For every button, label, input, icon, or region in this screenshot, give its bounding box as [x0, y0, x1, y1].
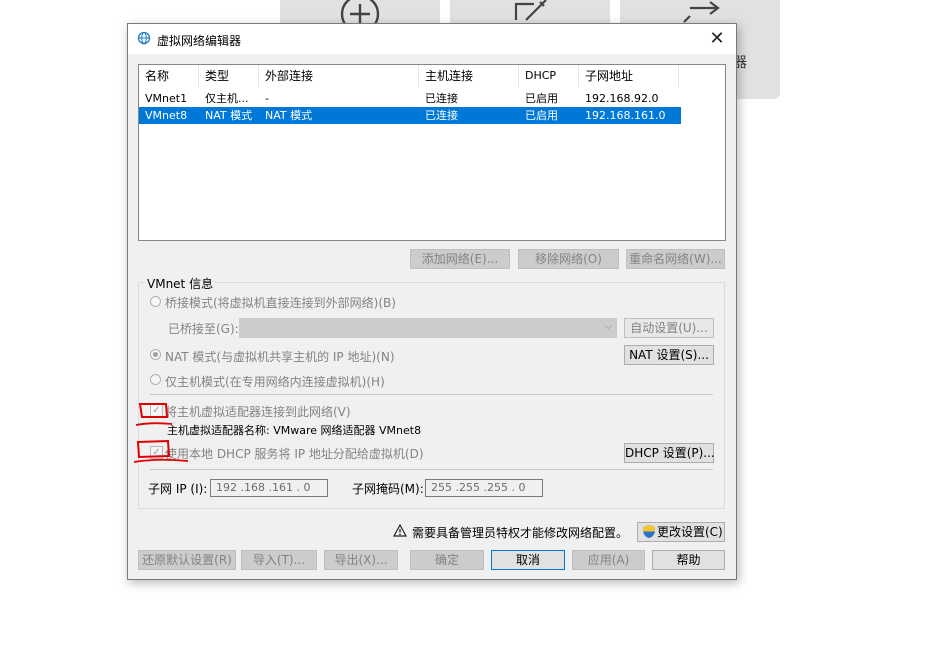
- bridged-to-dropdown[interactable]: ⌵: [239, 318, 617, 338]
- red-annotation-marks: [133, 403, 189, 463]
- table-row[interactable]: VMnet1 仅主机... - 已连接 已启用 192.168.92.0: [139, 90, 681, 107]
- cell-host: 已连接: [425, 92, 458, 105]
- virtual-network-editor-dialog: 虚拟网络编辑器 ✕ 名称 类型 外部连接 主机连接 DHCP 子网地址 VMne…: [127, 23, 737, 580]
- warning-icon: [392, 523, 408, 540]
- adapter-name-text: 主机虚拟适配器名称: VMware 网络适配器 VMnet8: [167, 424, 422, 437]
- cell-dhcp: 已启用: [525, 109, 558, 122]
- bridged-mode-label[interactable]: 桥接模式(将虚拟机直接连接到外部网络)(B): [165, 294, 396, 311]
- nat-mode-radio[interactable]: [150, 349, 161, 360]
- cell-name: VMnet8: [145, 109, 188, 122]
- host-only-mode-label[interactable]: 仅主机模式(在专用网络内连接虚拟机)(H): [165, 373, 385, 390]
- cell-external: -: [265, 92, 269, 105]
- column-header-name[interactable]: 名称: [139, 65, 199, 87]
- export-button[interactable]: 导出(X)...: [324, 550, 398, 570]
- bridged-to-label: 已桥接至(G):: [168, 322, 239, 336]
- vmnet-info-group: [138, 282, 725, 509]
- cell-external: NAT 模式: [265, 109, 313, 122]
- rename-network-button[interactable]: 重命名网络(W)...: [626, 249, 725, 269]
- column-header-type[interactable]: 类型: [199, 65, 259, 87]
- cancel-button[interactable]: 取消: [491, 550, 565, 570]
- nat-settings-button[interactable]: NAT 设置(S)...: [624, 345, 714, 365]
- column-header-external[interactable]: 外部连接: [259, 65, 419, 87]
- cell-type: 仅主机...: [205, 92, 249, 105]
- divider: [150, 469, 713, 470]
- use-dhcp-label[interactable]: 使用本地 DHCP 服务将 IP 地址分配给虚拟机(D): [165, 445, 424, 462]
- divider: [150, 394, 713, 395]
- apply-button[interactable]: 应用(A): [572, 550, 645, 570]
- cell-subnet: 192.168.92.0: [585, 92, 659, 105]
- change-settings-button[interactable]: 更改设置(C): [637, 522, 725, 542]
- subnet-ip-field[interactable]: 192 .168 .161 . 0: [210, 479, 328, 497]
- title-bar: 虚拟网络编辑器 ✕: [128, 24, 736, 54]
- bridged-mode-radio[interactable]: [150, 296, 161, 307]
- globe-network-icon: [137, 31, 151, 48]
- subnet-ip-label: 子网 IP (I):: [148, 482, 208, 496]
- cell-dhcp: 已启用: [525, 92, 558, 105]
- help-button[interactable]: 帮助: [652, 550, 725, 570]
- import-button[interactable]: 导入(T)...: [241, 550, 317, 570]
- subnet-mask-label: 子网掩码(M):: [352, 482, 424, 496]
- chevron-down-icon: ⌵: [604, 321, 612, 332]
- dhcp-settings-button[interactable]: DHCP 设置(P)...: [624, 443, 715, 463]
- cell-type: NAT 模式: [205, 109, 253, 122]
- cell-subnet: 192.168.161.0: [585, 109, 666, 122]
- nat-mode-label[interactable]: NAT 模式(与虚拟机共享主机的 IP 地址)(N): [165, 348, 395, 365]
- remove-network-button[interactable]: 移除网络(O): [518, 249, 619, 269]
- subnet-mask-field[interactable]: 255 .255 .255 . 0: [425, 479, 543, 497]
- admin-notice-text: 需要具备管理员特权才能修改网络配置。: [412, 526, 629, 540]
- window-title: 虚拟网络编辑器: [157, 34, 242, 48]
- column-header-host[interactable]: 主机连接: [419, 65, 519, 87]
- shield-icon: [642, 524, 656, 544]
- vmnet-info-label: VMnet 信息: [145, 275, 216, 292]
- cell-host: 已连接: [425, 109, 458, 122]
- auto-settings-button[interactable]: 自动设置(U)...: [624, 318, 714, 338]
- network-table[interactable]: 名称 类型 外部连接 主机连接 DHCP 子网地址 VMnet1 仅主机... …: [138, 64, 726, 241]
- host-only-mode-radio[interactable]: [150, 374, 161, 385]
- change-settings-label: 更改设置(C): [657, 525, 723, 539]
- restore-defaults-button[interactable]: 还原默认设置(R): [138, 550, 236, 570]
- cell-name: VMnet1: [145, 92, 188, 105]
- add-network-button[interactable]: 添加网络(E)...: [410, 249, 510, 269]
- column-header-subnet[interactable]: 子网地址: [579, 65, 679, 87]
- close-icon[interactable]: ✕: [698, 24, 736, 54]
- table-row-selected[interactable]: VMnet8 NAT 模式 NAT 模式 已连接 已启用 192.168.161…: [139, 107, 681, 124]
- column-header-dhcp[interactable]: DHCP: [519, 65, 579, 87]
- ok-button[interactable]: 确定: [410, 550, 484, 570]
